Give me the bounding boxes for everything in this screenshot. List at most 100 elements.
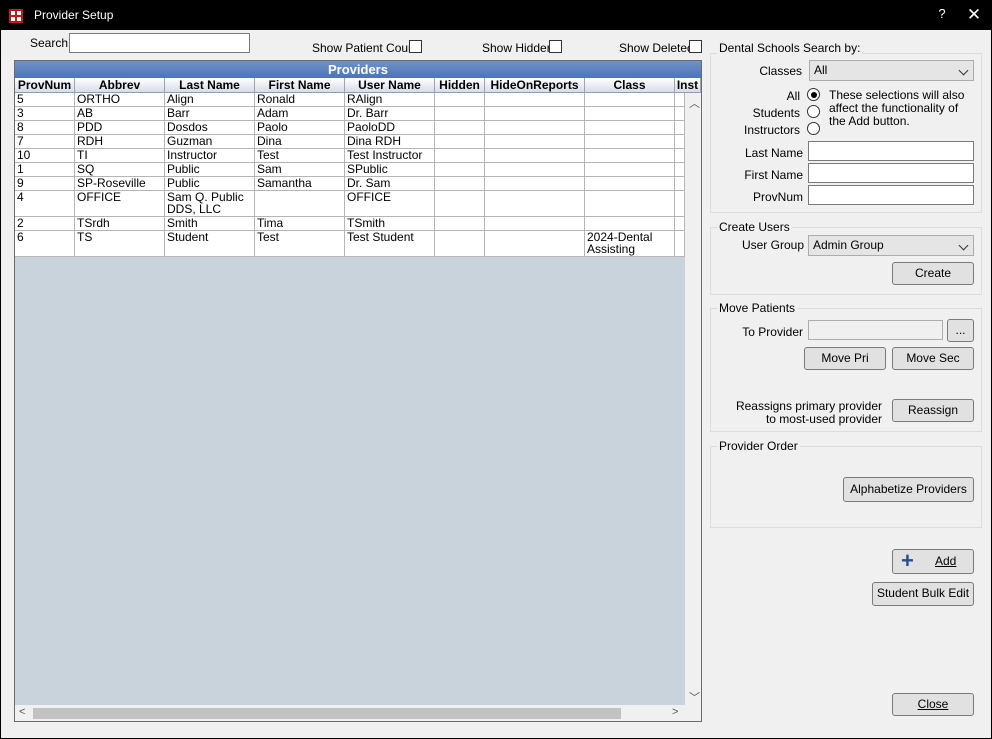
alphabetize-providers-button[interactable]: Alphabetize Providers (843, 477, 974, 502)
move-sec-button[interactable]: Move Sec (892, 347, 974, 370)
students-radio[interactable] (807, 105, 820, 118)
cell-hide-reports (485, 217, 585, 230)
cell-last: Barr (165, 107, 255, 120)
cell-provnum: 7 (15, 135, 75, 148)
close-icon[interactable]: ✕ (963, 4, 985, 26)
dental-schools-title: Dental Schools Search by: (717, 41, 863, 55)
table-row[interactable]: 8 PDD Dosdos Paolo PaoloDD (15, 121, 685, 135)
cell-class (585, 163, 675, 176)
cell-user: Dr. Sam (345, 177, 435, 190)
table-row[interactable]: 5 ORTHO Align Ronald RAlign (15, 93, 685, 107)
student-bulk-edit-button[interactable]: Student Bulk Edit (872, 582, 974, 606)
cell-inst (675, 177, 685, 190)
show-deleted-checkbox[interactable] (689, 40, 702, 53)
cell-last: Instructor (165, 149, 255, 162)
all-radio[interactable] (807, 88, 820, 101)
cell-user: SPublic (345, 163, 435, 176)
cell-first: Test (255, 149, 345, 162)
cell-provnum: 5 (15, 93, 75, 106)
column-header[interactable]: Abbrev (75, 78, 165, 93)
cell-user: TSmith (345, 217, 435, 230)
cell-abbrev: TS (75, 231, 165, 256)
column-header[interactable]: First Name (255, 78, 345, 93)
show-hidden-checkbox[interactable] (549, 40, 562, 53)
provnum-label: ProvNum (752, 190, 803, 204)
cell-last: Guzman (165, 135, 255, 148)
table-row[interactable]: 6 TS Student Test Test Student 2024-Dental As… (15, 231, 685, 257)
cell-abbrev: SP-Roseville (75, 177, 165, 190)
cell-abbrev: TSrdh (75, 217, 165, 230)
column-header[interactable]: Inst (675, 78, 701, 93)
vertical-scrollbar[interactable]: ︿ ﹀ (685, 93, 701, 705)
column-header[interactable]: User Name (345, 78, 435, 93)
last-name-input[interactable] (808, 141, 974, 161)
cell-hidden (435, 135, 485, 148)
cell-inst (675, 231, 685, 256)
scroll-up-icon[interactable]: ︿ (689, 95, 700, 111)
table-row[interactable]: 4 OFFICE Sam Q. Public DDS, LLC OFFICE (15, 191, 685, 217)
to-provider-label: To Provider (742, 325, 803, 339)
cell-hide-reports (485, 135, 585, 148)
close-button-label: Close (917, 697, 949, 711)
cell-class (585, 177, 675, 190)
horizontal-scroll-thumb[interactable] (33, 708, 621, 719)
cell-first: Paolo (255, 121, 345, 134)
cell-user: OFFICE (345, 191, 435, 216)
cell-provnum: 3 (15, 107, 75, 120)
cell-hide-reports (485, 121, 585, 134)
show-patient-count-checkbox[interactable] (409, 40, 422, 53)
cell-provnum: 6 (15, 231, 75, 256)
move-pri-button[interactable]: Move Pri (804, 347, 886, 370)
table-row[interactable]: 10 TI Instructor Test Test Instructor (15, 149, 685, 163)
to-provider-input[interactable] (808, 320, 943, 340)
grid-title: Providers (15, 61, 701, 78)
classes-select[interactable]: All (809, 60, 974, 81)
column-header[interactable]: Class (585, 78, 675, 93)
cell-inst (675, 217, 685, 230)
cell-user: Test Instructor (345, 149, 435, 162)
cell-last: Public (165, 163, 255, 176)
cell-class (585, 135, 675, 148)
cell-first: Test (255, 231, 345, 256)
user-group-select[interactable]: Admin Group (808, 235, 974, 256)
provnum-input[interactable] (808, 185, 974, 205)
table-row[interactable]: 2 TSrdh Smith Tima TSmith (15, 217, 685, 231)
table-row[interactable]: 3 AB Barr Adam Dr. Barr (15, 107, 685, 121)
cell-hide-reports (485, 191, 585, 216)
scroll-left-icon[interactable]: < (19, 706, 25, 718)
cell-provnum: 8 (15, 121, 75, 134)
instructors-radio[interactable] (807, 122, 820, 135)
show-deleted-label: Show Deleted (619, 41, 694, 55)
add-button[interactable]: + Add (892, 549, 974, 574)
add-button-label: Add (935, 554, 957, 568)
cell-provnum: 2 (15, 217, 75, 230)
provider-order-title: Provider Order (717, 439, 800, 453)
table-row[interactable]: 9 SP-Roseville Public Samantha Dr. Sam (15, 177, 685, 191)
cell-hide-reports (485, 93, 585, 106)
cell-last: Public (165, 177, 255, 190)
close-button[interactable]: Close (892, 693, 974, 716)
search-input[interactable] (69, 33, 250, 53)
create-button[interactable]: Create (892, 262, 974, 285)
first-name-input[interactable] (808, 163, 974, 183)
table-row[interactable]: 1 SQ Public Sam SPublic (15, 163, 685, 177)
cell-hidden (435, 177, 485, 190)
students-label: Students (752, 106, 800, 120)
scroll-down-icon[interactable]: ﹀ (689, 689, 700, 705)
column-header[interactable]: Hidden (435, 78, 485, 93)
cell-hidden (435, 107, 485, 120)
first-name-label: First Name (744, 168, 803, 182)
user-group-label: User Group (741, 238, 804, 252)
table-row[interactable]: 7 RDH Guzman Dina Dina RDH (15, 135, 685, 149)
pick-provider-button[interactable]: ... (947, 319, 974, 342)
cell-inst (675, 107, 685, 120)
reassign-button[interactable]: Reassign (892, 399, 974, 422)
column-header[interactable]: Last Name (165, 78, 255, 93)
column-header[interactable]: ProvNum (15, 78, 75, 93)
title-bar: Provider Setup ? ✕ (1, 1, 991, 30)
horizontal-scrollbar[interactable]: < > (15, 705, 701, 721)
column-header[interactable]: HideOnReports (485, 78, 585, 93)
help-icon[interactable]: ? (933, 6, 951, 26)
scroll-right-icon[interactable]: > (672, 706, 678, 718)
cell-first: Tima (255, 217, 345, 230)
